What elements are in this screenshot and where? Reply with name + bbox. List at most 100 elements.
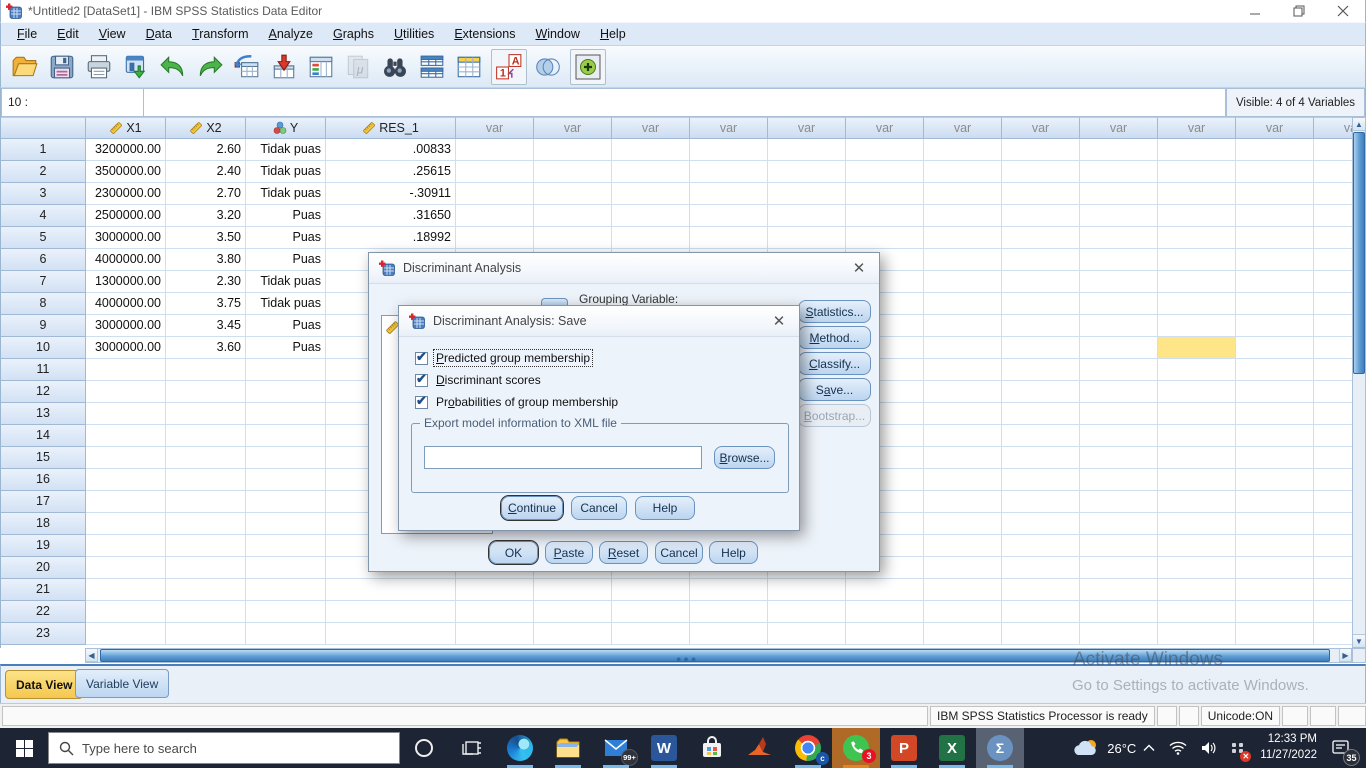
menu-data[interactable]: Data xyxy=(136,24,182,44)
restore-icon[interactable] xyxy=(1277,0,1321,22)
bluetooth-disabled-icon[interactable]: ✕ xyxy=(1224,728,1252,768)
menu-edit[interactable]: Edit xyxy=(47,24,89,44)
grid-cell[interactable] xyxy=(924,381,1002,403)
row-header[interactable]: 4 xyxy=(1,205,86,227)
grid-cell[interactable] xyxy=(1236,447,1314,469)
grid-cell[interactable]: Puas xyxy=(246,205,326,227)
redo-icon[interactable] xyxy=(192,49,228,85)
grid-cell[interactable] xyxy=(1236,271,1314,293)
grid-cell[interactable] xyxy=(86,359,166,381)
taskbar-mail-icon[interactable]: 99+ xyxy=(592,728,640,768)
grid-cell[interactable] xyxy=(246,535,326,557)
close-icon[interactable]: ✕ xyxy=(769,312,789,330)
browse-button[interactable]: Browse... xyxy=(714,446,775,469)
save-button[interactable]: Save... xyxy=(798,378,871,401)
probabilities-group-membership-label[interactable]: Probabilities of group membership xyxy=(434,394,620,410)
scroll-right-icon[interactable]: ▶ xyxy=(1339,649,1351,662)
row-header[interactable]: 1 xyxy=(1,139,86,161)
grid-cell[interactable] xyxy=(1080,271,1158,293)
row-header[interactable]: 11 xyxy=(1,359,86,381)
grid-cell[interactable] xyxy=(1002,359,1080,381)
value-labels-icon[interactable]: A1 xyxy=(491,48,527,85)
grid-cell[interactable] xyxy=(924,249,1002,271)
grid-cell[interactable] xyxy=(924,271,1002,293)
grid-cell[interactable] xyxy=(768,623,846,645)
temperature-label[interactable]: 26°C xyxy=(1107,741,1136,756)
probabilities-group-membership-checkbox[interactable]: ✔ xyxy=(415,393,428,409)
grid-cell[interactable] xyxy=(1002,183,1080,205)
grid-cell[interactable] xyxy=(846,227,924,249)
grid-cell[interactable]: 2300000.00 xyxy=(86,183,166,205)
grid-cell[interactable] xyxy=(1002,403,1080,425)
find-icon[interactable] xyxy=(377,49,413,85)
grid-cell[interactable] xyxy=(924,491,1002,513)
grid-cell[interactable] xyxy=(246,381,326,403)
grid-cell[interactable] xyxy=(1158,601,1236,623)
grid-cell[interactable] xyxy=(1236,491,1314,513)
grid-cell[interactable] xyxy=(1158,205,1236,227)
grid-cell[interactable] xyxy=(534,579,612,601)
row-header[interactable]: 13 xyxy=(1,403,86,425)
grid-cell[interactable] xyxy=(86,579,166,601)
grid-cell[interactable] xyxy=(612,227,690,249)
grid-cell[interactable]: Puas xyxy=(246,337,326,359)
column-header-var[interactable]: var xyxy=(1236,117,1314,139)
menu-transform[interactable]: Transform xyxy=(182,24,259,44)
grid-cell[interactable]: Tidak puas xyxy=(246,293,326,315)
grid-cell[interactable]: Tidak puas xyxy=(246,271,326,293)
grid-cell[interactable] xyxy=(924,227,1002,249)
row-header[interactable]: 6 xyxy=(1,249,86,271)
taskbar-word-icon[interactable]: W xyxy=(640,728,688,768)
grid-cell[interactable] xyxy=(1236,513,1314,535)
grid-cell[interactable] xyxy=(846,161,924,183)
grid-cell[interactable]: 3000000.00 xyxy=(86,337,166,359)
grid-cell[interactable] xyxy=(1080,205,1158,227)
grid-cell[interactable] xyxy=(1314,447,1352,469)
grid-cell[interactable] xyxy=(1314,161,1352,183)
taskbar-excel-icon[interactable]: X xyxy=(928,728,976,768)
row-header[interactable]: 8 xyxy=(1,293,86,315)
row-header[interactable]: 23 xyxy=(1,623,86,645)
grid-cell[interactable] xyxy=(924,623,1002,645)
grid-cell[interactable] xyxy=(1158,447,1236,469)
grid-cell[interactable] xyxy=(1080,491,1158,513)
grid-cell[interactable] xyxy=(768,139,846,161)
grid-cell[interactable] xyxy=(86,535,166,557)
grid-cell[interactable] xyxy=(768,161,846,183)
grid-cell[interactable]: 2.30 xyxy=(166,271,246,293)
grid-cell[interactable] xyxy=(846,205,924,227)
grid-cell[interactable] xyxy=(1080,293,1158,315)
grid-cell[interactable] xyxy=(1236,183,1314,205)
grid-cell[interactable] xyxy=(1158,227,1236,249)
help-button[interactable]: Help xyxy=(709,541,758,564)
grid-cell[interactable] xyxy=(1080,513,1158,535)
row-header[interactable]: 3 xyxy=(1,183,86,205)
recall-dialogs-icon[interactable] xyxy=(118,49,154,85)
grid-cell[interactable] xyxy=(924,183,1002,205)
menu-help[interactable]: Help xyxy=(590,24,636,44)
grid-cell[interactable] xyxy=(166,425,246,447)
grid-cell[interactable] xyxy=(246,403,326,425)
grid-cell[interactable] xyxy=(1158,491,1236,513)
start-button[interactable] xyxy=(0,728,48,768)
column-header-var[interactable]: var xyxy=(1002,117,1080,139)
grid-cell[interactable] xyxy=(846,579,924,601)
grid-cell[interactable]: 3000000.00 xyxy=(86,315,166,337)
grid-cell[interactable] xyxy=(690,579,768,601)
grid-cell[interactable] xyxy=(924,139,1002,161)
tray-chevron-up-icon[interactable] xyxy=(1136,728,1162,768)
variables-icon[interactable] xyxy=(303,49,339,85)
grid-cell[interactable] xyxy=(534,623,612,645)
goto-variable-icon[interactable] xyxy=(266,49,302,85)
grid-cell[interactable] xyxy=(246,513,326,535)
row-header[interactable]: 5 xyxy=(1,227,86,249)
column-header-var[interactable]: var xyxy=(1158,117,1236,139)
grid-cell[interactable] xyxy=(86,403,166,425)
grid-cell[interactable]: 2.70 xyxy=(166,183,246,205)
grid-cell[interactable] xyxy=(1314,139,1352,161)
grid-cell[interactable] xyxy=(1314,623,1352,645)
grid-cell[interactable] xyxy=(166,535,246,557)
print-icon[interactable] xyxy=(81,49,117,85)
grid-cell[interactable] xyxy=(1158,359,1236,381)
grid-cell[interactable] xyxy=(690,183,768,205)
